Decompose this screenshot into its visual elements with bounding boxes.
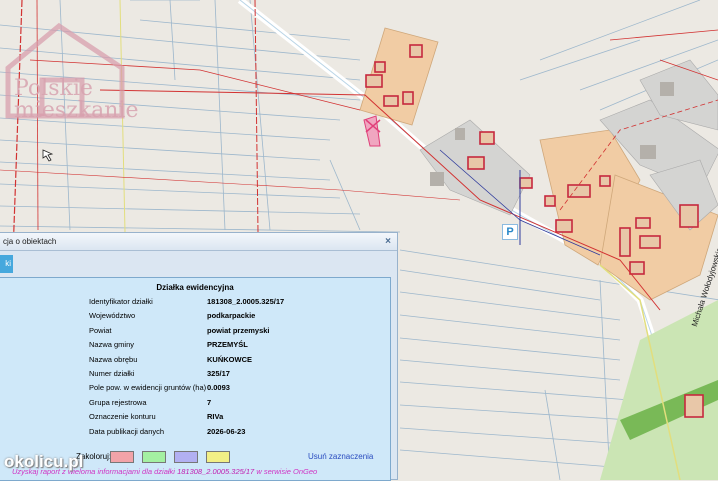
parcel-title: Działka ewidencyjna [156, 283, 234, 292]
attribute-label: Pole pow. w ewidencji gruntów (ha) [89, 383, 207, 393]
swatch-red[interactable] [110, 451, 134, 463]
attribute-row: Numer działki 325/17 [0, 367, 390, 381]
attribute-label: Powiat [89, 325, 112, 335]
attribute-label: Numer działki [89, 368, 135, 378]
attribute-row: Nazwa obrębu KUŃKOWCE [0, 353, 390, 367]
watermark: okolicu.pl [4, 452, 84, 471]
attribute-row: Powiat powiat przemyski [0, 324, 390, 338]
clear-selection-link[interactable]: Usuń zaznaczenia [308, 452, 373, 461]
attribute-value: 0.0093 [207, 383, 230, 393]
logo-text-line2: mieszkanie [14, 98, 139, 123]
attribute-value: podkarpackie [207, 311, 256, 321]
attribute-value: 2026-06-23 [207, 426, 246, 436]
attribute-value: powiat przemyski [207, 325, 270, 335]
attribute-value: 7 [207, 397, 212, 407]
attribute-value: 325/17 [207, 368, 230, 378]
close-button[interactable]: × [385, 233, 391, 250]
attribute-value: PRZEMYŚL [207, 340, 248, 350]
attribute-row: Nazwa gminy PRZEMYŚL [0, 338, 390, 352]
parcel-details: Działka ewidencyjna Identyfikator działk… [0, 277, 391, 481]
attribute-value: KUŃKOWCE [207, 354, 252, 364]
report-suffix: w serwisie OnGeo [256, 467, 318, 476]
attribute-row: Identyfikator działki 181308_2.0005.325/1… [0, 295, 390, 309]
attribute-row: Data publikacji danych 2026-06-23 [0, 425, 390, 439]
attribute-value: RIVa [207, 412, 224, 422]
attribute-row: Pole pow. w ewidencji gruntów (ha) 0.0093 [0, 381, 390, 395]
attribute-label: Grupa rejestrowa [89, 397, 147, 407]
panel-title: cja o obiektach [3, 237, 57, 246]
attribute-value: 181308_2.0005.325/17 [207, 297, 285, 306]
attribute-label: Oznaczenie konturu [89, 412, 156, 422]
attribute-label: Data publikacji danych [89, 426, 165, 436]
parcel-attributes: Identyfikator działki 181308_2.0005.325/1… [0, 295, 390, 439]
attribute-label: Identyfikator działki [89, 297, 153, 306]
swatch-yellow[interactable] [206, 451, 230, 463]
attribute-row: Oznaczenie konturu RIVa [0, 410, 390, 424]
tab-dzialki[interactable]: ki [0, 255, 13, 273]
attribute-row: Grupa rejestrowa 7 [0, 396, 390, 410]
attribute-row: Województwo podkarpackie [0, 309, 390, 323]
attribute-label: Województwo [89, 311, 136, 321]
swatch-blue[interactable] [174, 451, 198, 463]
attribute-label: Nazwa obrębu [89, 354, 138, 364]
logo: Polskie mieszkanie [4, 20, 138, 122]
parking-icon: P [502, 224, 518, 240]
report-parcel-id: 181308_2.0005.325/17 [177, 467, 255, 476]
swatch-green[interactable] [142, 451, 166, 463]
logo-text-line1: Polskie [14, 76, 93, 101]
object-info-panel: cja o obiektach × ki Działka ewidencyjna… [0, 232, 398, 481]
attribute-label: Nazwa gminy [89, 340, 135, 350]
panel-header: cja o obiektach × [0, 233, 397, 251]
